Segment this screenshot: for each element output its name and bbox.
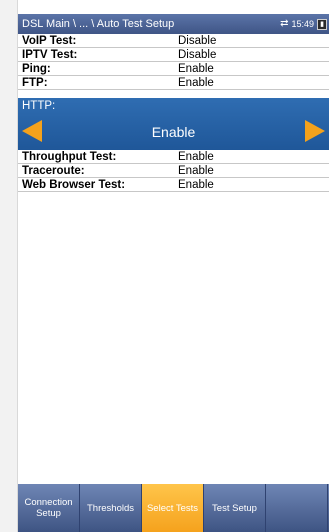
setting-row-http-selected[interactable]: HTTP: Enable bbox=[18, 98, 329, 150]
setting-value: Enable bbox=[178, 150, 214, 163]
setting-value: Enable bbox=[178, 76, 214, 89]
tab-empty[interactable] bbox=[266, 484, 328, 532]
window-title: DSL Main \ ... \ Auto Test Setup bbox=[22, 18, 175, 30]
left-bezel bbox=[0, 0, 18, 532]
setting-label: Ping: bbox=[22, 62, 51, 75]
setting-label: Traceroute: bbox=[22, 164, 85, 177]
setting-value: Enable bbox=[178, 62, 214, 75]
selected-setting-label: HTTP: bbox=[22, 100, 56, 112]
tab-test-setup[interactable]: Test Setup bbox=[204, 484, 266, 532]
status-area: ⇄ 15:49 ▮ bbox=[280, 14, 329, 34]
setting-label: IPTV Test: bbox=[22, 48, 78, 61]
setting-row-throughput[interactable]: Throughput Test: Enable bbox=[18, 150, 329, 164]
setting-row-ftp[interactable]: FTP: Enable bbox=[18, 76, 329, 90]
bottom-tab-bar: Connection Setup Thresholds Select Tests… bbox=[18, 484, 329, 532]
settings-list-bottom: Throughput Test: Enable Traceroute: Enab… bbox=[18, 150, 329, 192]
setting-label: Throughput Test: bbox=[22, 150, 117, 163]
tab-connection-setup[interactable]: Connection Setup bbox=[18, 484, 80, 532]
tab-select-tests[interactable]: Select Tests bbox=[142, 484, 204, 532]
network-transfer-icon: ⇄ bbox=[280, 18, 289, 29]
setting-row-ping[interactable]: Ping: Enable bbox=[18, 62, 329, 76]
app-window: DSL Main \ ... \ Auto Test Setup ⇄ 15:49… bbox=[0, 0, 329, 532]
setting-row-voip[interactable]: VoIP Test: Disable bbox=[18, 34, 329, 48]
setting-value: Disable bbox=[178, 34, 217, 47]
setting-label: FTP: bbox=[22, 76, 48, 89]
setting-value: Enable bbox=[178, 164, 214, 177]
setting-row-iptv[interactable]: IPTV Test: Disable bbox=[18, 48, 329, 62]
setting-row-web-browser[interactable]: Web Browser Test: Enable bbox=[18, 178, 329, 192]
selected-setting-value: Enable bbox=[151, 124, 196, 140]
title-bar: DSL Main \ ... \ Auto Test Setup ⇄ 15:49… bbox=[18, 14, 329, 34]
setting-label: VoIP Test: bbox=[22, 34, 77, 47]
setting-value: Disable bbox=[178, 48, 217, 61]
setting-value: Enable bbox=[178, 178, 214, 191]
tab-thresholds[interactable]: Thresholds bbox=[80, 484, 142, 532]
setting-label: Web Browser Test: bbox=[22, 178, 126, 191]
clock: 15:49 bbox=[291, 19, 314, 29]
settings-list-top: VoIP Test: Disable IPTV Test: Disable Pi… bbox=[18, 34, 329, 90]
setting-row-traceroute[interactable]: Traceroute: Enable bbox=[18, 164, 329, 178]
next-value-arrow-icon[interactable] bbox=[305, 120, 325, 142]
battery-icon: ▮ bbox=[317, 18, 327, 30]
